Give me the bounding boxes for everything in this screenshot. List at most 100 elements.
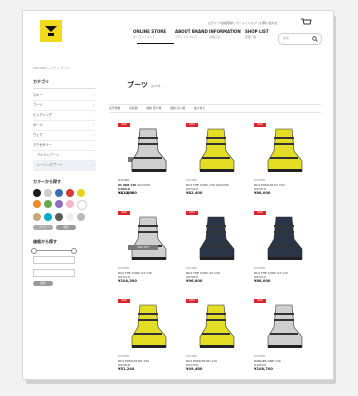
category-item[interactable]: ポール › [33,121,96,131]
price-filter-title: 価格から探す [33,239,57,244]
product-brand: FISCHER [118,355,130,358]
color-swatch[interactable] [33,200,41,208]
color-swatch[interactable] [33,189,41,197]
color-swatch[interactable] [33,213,41,221]
sort-option[interactable]: 価格 安い順 [146,106,161,110]
utility-links[interactable]: ログイン/会員登録 | カート | ヘルプ | お問い合わせ [208,21,278,25]
color-swatch[interactable] [66,200,74,208]
product-brand: FISCHER [254,267,266,270]
sale-badge: SALE [118,299,130,303]
product-price: ¥104,500 [118,279,137,283]
color-swatch[interactable] [77,213,85,221]
product-card[interactable]: SALE FISCHER RC4 THE CURV GT 120 U07019 ¥96,… [184,209,244,289]
product-card[interactable]: SALE FISCHER RC4 PODIUM GT 150 U07219 ¥88,00… [252,121,312,201]
nav-shop-list[interactable]: SHOP LIST 店舗一覧 [245,29,269,39]
product-brand: FISCHER [186,355,198,358]
subcategory-label: レーシングブーツ [37,163,63,167]
cart-icon[interactable] [300,18,312,27]
category-item[interactable]: ウェア › [33,131,96,141]
color-swatch[interactable] [44,189,52,197]
search-button[interactable]: 検索 [56,225,76,230]
chevron-right-icon: › [92,153,94,157]
product-image[interactable] [116,121,176,179]
category-label: アクセサリー [33,143,52,147]
clear-button[interactable]: クリア [33,225,53,230]
category-label: ブーツ [33,103,43,107]
price-slider[interactable] [31,248,77,254]
product-card[interactable]: SALE FISCHER RC4 PODIUM RD 130 U01918 ¥51,24… [116,297,176,377]
color-swatch[interactable] [77,200,87,210]
sort-option[interactable]: 価格 高い順 [170,106,185,110]
search-input[interactable]: 検索 [278,33,322,45]
nav-active-underline [137,43,174,44]
nav-label: ONLINE STORE [133,29,167,34]
breadcrumb[interactable]: FISCHER トップ > ブーツ [33,66,69,70]
fischer-logo[interactable] [40,20,62,42]
chevron-right-icon: › [92,163,94,167]
nav-label: SHOP LIST [245,29,269,34]
product-card[interactable]: SALE SOLD OUT FISCHER RC4 THE CURV GT 130 U0… [116,209,176,289]
price-min-input[interactable] [33,256,75,264]
product-brand: FISCHER [186,179,198,182]
slider-handle-max[interactable] [71,248,77,254]
category-item[interactable]: スキー › [33,91,96,101]
nav-information[interactable]: INFORMATION お知らせ [209,29,241,39]
product-image[interactable] [252,297,312,355]
product-image[interactable] [184,121,244,179]
subcategory-item-selected[interactable]: レーシングブーツ › [33,161,96,171]
sale-badge: SALE [254,211,266,215]
ski-boot-icon [199,216,235,260]
color-swatch[interactable] [77,189,85,197]
price-search-button[interactable]: 検索 [33,281,53,286]
product-price: ¥88,000 [254,191,271,195]
sort-option[interactable]: 表示件数 [109,106,120,110]
category-item[interactable]: アクセサリー ⌄ [33,141,96,151]
nav-online-store[interactable]: ONLINE STORE オンラインストア [133,29,166,39]
search-placeholder: 検索 [283,36,290,40]
sort-bar: 表示件数 新着順 価格 安い順 価格 高い順 並び替え [109,104,321,113]
color-swatch[interactable] [55,213,63,221]
sale-badge: SALE [186,299,198,303]
product-image[interactable] [252,121,312,179]
product-image[interactable] [116,209,176,267]
product-image[interactable] [116,297,176,355]
category-label: ポール [33,123,43,127]
product-price: ¥51,240 [118,367,135,371]
category-item[interactable]: ビンディング › [33,111,96,121]
sale-badge: SALE [118,211,130,215]
product-card[interactable]: SALE FISCHER RC4 THE CURV 130 VACUUM U07319… [184,121,244,201]
product-image[interactable] [184,209,244,267]
sold-out-label: SOLD OUT [128,245,158,250]
color-swatch[interactable] [44,213,52,221]
product-image[interactable] [184,297,244,355]
category-item[interactable]: ブーツ › [33,101,96,111]
product-card[interactable]: SALE FISCHER RC4 PODIUM RD 110 U01718 ¥49,48… [184,297,244,377]
product-card[interactable]: SALE FISCHER RC4 THE CURV GT 110 U07119 ¥88,… [252,209,312,289]
page-title: ブーツ 全28件 [127,80,161,90]
page-title-text: ブーツ [127,81,148,89]
color-swatch[interactable] [55,189,63,197]
price-max-input[interactable] [33,269,75,277]
product-card[interactable]: SALE FISCHER RC ONE 130 U16918 ¥110,000 [116,121,176,201]
sort-option[interactable]: 新着順 [129,106,137,110]
category-label: ウェア [33,133,43,137]
ski-boot-icon [267,128,303,172]
nav-about-brand[interactable]: ABOUT BRAND ブランドについて [175,29,208,39]
color-swatch[interactable] [55,200,63,208]
ski-boot-icon [131,128,167,172]
sidebar: カテゴリ スキー › ブーツ › ビンディング › ポール › ウェア › アクセサリー ⌄… [31,79,96,286]
product-card[interactable]: SALE FISCHER RANGER ONE 130 U14120 ¥108,700 [252,297,312,377]
product-brand: FISCHER [254,179,266,182]
color-swatch[interactable] [44,200,52,208]
sort-option[interactable]: 並び替え [194,106,205,110]
color-swatch[interactable] [66,213,74,221]
color-swatches [33,189,96,221]
sale-badge: SALE [186,123,198,127]
subcategory-item[interactable]: アルペンブーツ › [33,151,96,161]
chevron-right-icon: › [92,103,94,107]
search-icon[interactable] [312,36,318,42]
color-swatch[interactable] [66,189,74,197]
slider-handle-min[interactable] [31,248,37,254]
product-image[interactable] [252,209,312,267]
product-brand: FISCHER [254,355,266,358]
